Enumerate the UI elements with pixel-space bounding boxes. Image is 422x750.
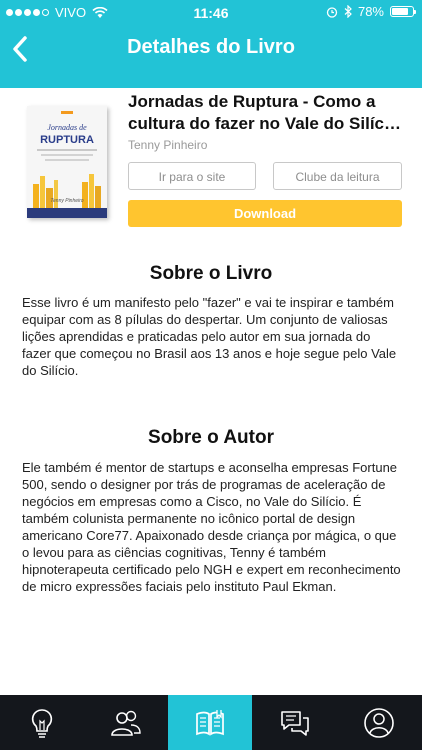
tab-ideas[interactable]: [0, 695, 84, 750]
tab-books[interactable]: [168, 695, 252, 750]
about-book-heading: Sobre o Livro: [149, 263, 273, 284]
tab-chat[interactable]: [253, 695, 337, 750]
tab-profile[interactable]: [337, 695, 421, 750]
download-button[interactable]: Download: [128, 200, 402, 227]
tab-bar: [0, 695, 422, 750]
alarm-icon: [326, 6, 338, 18]
cover-top-label: Jornadas de: [47, 123, 87, 132]
battery-icon: [390, 6, 416, 17]
lightbulb-icon: [31, 708, 53, 738]
book-author: Tenny Pinheiro: [128, 138, 208, 152]
people-icon: [111, 710, 141, 736]
status-bar: VIVO 11:46 78%: [0, 0, 422, 24]
about-author-heading: Sobre o Autor: [148, 427, 274, 448]
go-to-site-button[interactable]: Ir para o site: [128, 162, 256, 190]
bluetooth-icon: [344, 5, 352, 18]
battery-percent: 78%: [357, 4, 384, 19]
reading-club-button[interactable]: Clube da leitura: [273, 162, 402, 190]
about-author-text: Ele também é mentor de startups e aconse…: [22, 460, 401, 594]
cover-main-label: RUPTURA: [40, 134, 94, 146]
book-icon: [196, 709, 224, 736]
about-book-text: Esse livro é um manifesto pelo "fazer" e…: [22, 295, 397, 378]
header-bar: VIVO 11:46 78% Detalhes do Livro: [0, 0, 422, 88]
book-title: Jornadas de Ruptura - Como a cultura do …: [128, 92, 400, 133]
cover-author-label: Tenny Pinheiro: [50, 198, 83, 204]
nav-bar: Detalhes do Livro: [0, 24, 422, 74]
book-cover: Jornadas de RUPTURA Tenny Pinheiro: [27, 106, 107, 218]
profile-icon: [364, 707, 394, 738]
chat-icon: [281, 710, 309, 736]
page-title: Detalhes do Livro: [127, 36, 295, 58]
tab-community[interactable]: [84, 695, 168, 750]
